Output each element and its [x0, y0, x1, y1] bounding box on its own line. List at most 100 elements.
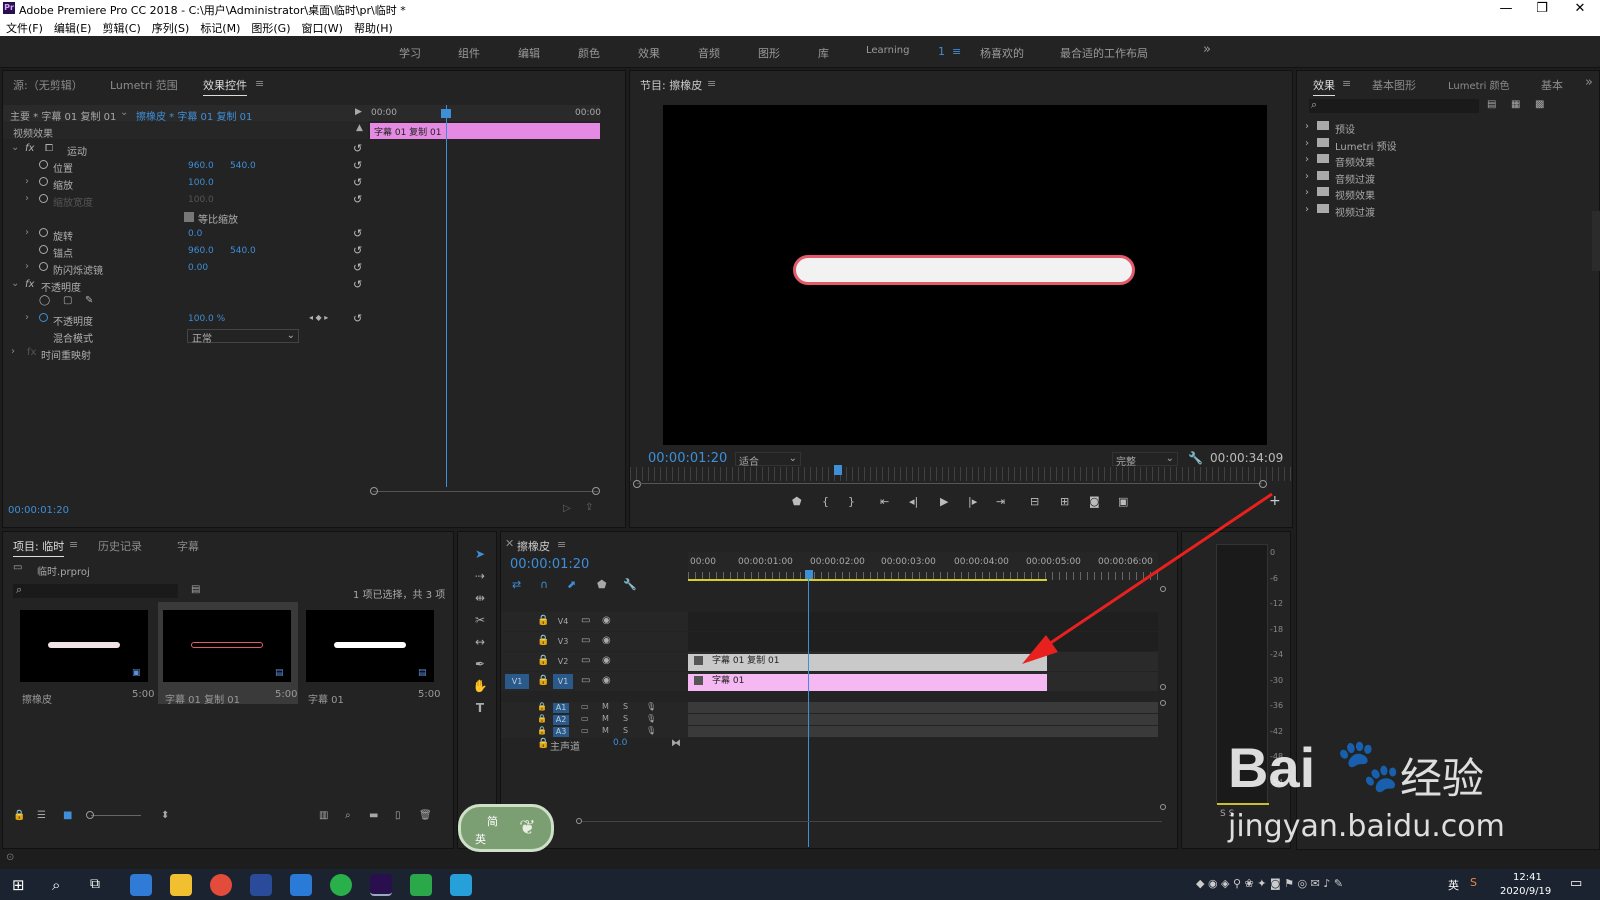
- step-forward-icon[interactable]: |▸: [968, 495, 977, 508]
- effect-row[interactable]: ◯ ▢ ✎: [3, 294, 361, 311]
- sync-lock-icon[interactable]: ▭: [581, 726, 589, 735]
- property-value[interactable]: 100.0 %: [188, 314, 225, 324]
- workspace-assembly[interactable]: 组件: [458, 45, 480, 61]
- app-icon[interactable]: [290, 874, 312, 896]
- workspace-effects[interactable]: 效果: [638, 45, 660, 61]
- stopwatch-icon[interactable]: [39, 228, 48, 237]
- stopwatch-icon[interactable]: [39, 262, 48, 271]
- automate-icon[interactable]: ▥: [319, 810, 328, 821]
- effects-folder[interactable]: › 预设: [1305, 121, 1555, 137]
- sync-lock-icon[interactable]: ▭: [581, 655, 590, 666]
- work-area-bar[interactable]: [688, 579, 1047, 581]
- fx-icon[interactable]: fx: [25, 279, 34, 290]
- mute-button[interactable]: M: [602, 726, 609, 735]
- program-playhead[interactable]: [834, 465, 842, 475]
- tab-captions[interactable]: 字幕: [177, 538, 199, 554]
- tab-essential-graphics[interactable]: 基本图形: [1372, 77, 1416, 93]
- timeline-playhead-handle[interactable]: [805, 570, 813, 579]
- effect-row[interactable]: › 缩放宽度 100.0 ↺: [3, 192, 362, 209]
- effects-folder[interactable]: › 音频效果: [1305, 154, 1555, 170]
- tab-history[interactable]: 历史记录: [98, 538, 142, 554]
- effect-row[interactable]: › 不透明度 100.0 % ◂ ◆ ▸ ↺: [3, 311, 362, 328]
- mic-icon[interactable]: 🎙: [646, 702, 656, 711]
- panel-menu-icon[interactable]: ≡: [69, 538, 78, 551]
- sequence-title[interactable]: 擦橡皮: [517, 538, 550, 554]
- effect-row[interactable]: › 防闪烁滤镜 0.00 ↺: [3, 260, 362, 277]
- video-track-header[interactable]: 🔒 V3 ▭ ◉: [501, 632, 688, 651]
- chevron-right-icon[interactable]: ›: [11, 346, 15, 357]
- effect-row[interactable]: › fx 时间重映射: [3, 345, 361, 362]
- chevron-right-icon[interactable]: ›: [1305, 154, 1309, 165]
- workspace-learn[interactable]: 学习: [399, 45, 421, 61]
- step-back-icon[interactable]: ◂|: [909, 495, 918, 508]
- effect-row[interactable]: 混合模式 正常 ⌄: [3, 328, 361, 345]
- new-bin-icon[interactable]: ▬: [369, 810, 378, 821]
- track-label[interactable]: V4: [553, 614, 573, 629]
- find-icon[interactable]: ▤: [191, 584, 200, 595]
- search-icon[interactable]: ⌕: [52, 876, 60, 894]
- ec-timecode[interactable]: 00:00:01:20: [8, 505, 69, 516]
- menu-item-0[interactable]: 文件(F): [0, 18, 48, 36]
- workspace-more-icon[interactable]: »: [1203, 42, 1211, 57]
- lock-icon[interactable]: 🔒: [537, 702, 547, 711]
- track-select-tool-icon[interactable]: ⇢: [472, 569, 488, 585]
- app-icon[interactable]: [250, 874, 272, 896]
- chevron-right-icon[interactable]: ›: [1305, 121, 1309, 132]
- ec-playhead-handle[interactable]: [441, 109, 451, 118]
- track-lane[interactable]: [688, 702, 1158, 713]
- ec-zoom-bar[interactable]: [373, 491, 598, 492]
- new-item-icon[interactable]: ▯: [395, 810, 401, 821]
- new-bin-icon[interactable]: ▤: [1487, 99, 1496, 110]
- rectangle-mask-icon[interactable]: ▢: [63, 295, 72, 306]
- audio-track-header[interactable]: 🔒 A2 ▭ M S 🎙: [501, 714, 688, 726]
- master-end-icon[interactable]: ⧓: [671, 738, 681, 749]
- menu-item-4[interactable]: 标记(M): [194, 18, 245, 36]
- sort-icon[interactable]: ⬍: [161, 810, 169, 821]
- search-icon[interactable]: ⌕: [345, 810, 351, 821]
- stopwatch-icon[interactable]: [39, 245, 48, 254]
- ellipse-mask-icon[interactable]: ◯: [39, 295, 50, 306]
- menu-item-3[interactable]: 序列(S): [146, 18, 195, 36]
- zoom-slider[interactable]: [91, 815, 141, 816]
- mute-button[interactable]: M: [602, 714, 609, 723]
- eraser-bar-shape[interactable]: [793, 255, 1135, 285]
- lock-icon[interactable]: 🔒: [537, 738, 549, 749]
- play-icon[interactable]: ▶: [940, 495, 948, 508]
- taskbar-time[interactable]: 12:41: [1513, 872, 1542, 883]
- solo-button[interactable]: S: [623, 714, 628, 723]
- tab-source[interactable]: 源:（无剪辑）: [13, 77, 83, 93]
- wrench-icon[interactable]: 🔧: [1188, 451, 1203, 465]
- stopwatch-icon[interactable]: [39, 160, 48, 169]
- tab-essential[interactable]: 基本: [1541, 77, 1563, 93]
- reset-icon[interactable]: ↺: [353, 227, 362, 240]
- blend-mode-dropdown[interactable]: 正常 ⌄: [187, 329, 299, 345]
- effects-search-input[interactable]: ⌕: [1309, 98, 1479, 113]
- task-view-icon[interactable]: ⧉: [90, 876, 100, 892]
- track-label[interactable]: A3: [553, 727, 569, 737]
- reset-icon[interactable]: ↺: [353, 176, 362, 189]
- taskbar-date[interactable]: 2020/9/19: [1500, 886, 1551, 897]
- chevron-right-icon[interactable]: ›: [1305, 187, 1309, 198]
- eye-icon[interactable]: ◉: [602, 675, 611, 686]
- trash-icon[interactable]: 🗑: [419, 810, 432, 821]
- property-value[interactable]: 100.0: [188, 195, 214, 205]
- timeline-scrollbar[interactable]: [582, 821, 1162, 822]
- workspace-color[interactable]: 颜色: [578, 45, 600, 61]
- lock-icon[interactable]: 🔒: [537, 726, 547, 735]
- magnet-icon[interactable]: ∩: [540, 578, 548, 591]
- lock-icon[interactable]: 🔒: [537, 615, 549, 626]
- property-value-y[interactable]: 540.0: [230, 246, 256, 256]
- scrollbar[interactable]: [1592, 211, 1600, 271]
- checkbox[interactable]: [184, 212, 194, 222]
- reset-icon[interactable]: ↺: [353, 261, 362, 274]
- effect-row[interactable]: 位置 960.0 540.0 ↺: [3, 158, 362, 175]
- track-label[interactable]: V2: [553, 654, 573, 669]
- effect-row[interactable]: ⌄ fx 运动 ⧠ ↺: [3, 141, 362, 158]
- thumbnail-caption[interactable]: ▤: [306, 610, 434, 682]
- menu-item-7[interactable]: 帮助(H): [348, 18, 398, 36]
- wechat-icon[interactable]: [330, 874, 352, 896]
- workspace-editing[interactable]: 编辑: [518, 45, 540, 61]
- effects-folder[interactable]: › 音频过渡: [1305, 170, 1555, 187]
- program-ruler[interactable]: [630, 467, 1294, 481]
- mic-icon[interactable]: 🎙: [646, 726, 656, 735]
